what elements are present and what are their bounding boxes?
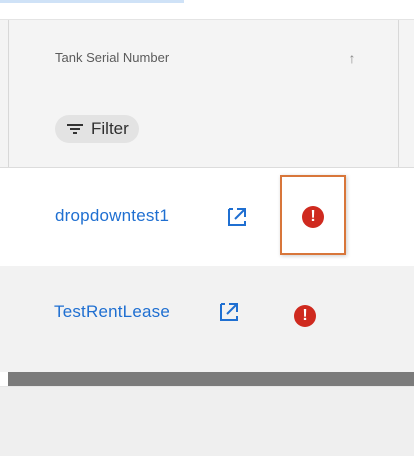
table-footer (0, 386, 414, 456)
column-divider (8, 95, 9, 167)
tank-serial-link[interactable]: TestRentLease (54, 302, 170, 322)
sort-ascending-icon[interactable]: ↑ (343, 47, 361, 69)
column-divider[interactable] (398, 20, 399, 95)
table-header-row: Tank Serial Number ↑ (0, 19, 414, 96)
column-header-tank-serial[interactable]: Tank Serial Number (55, 50, 169, 65)
filter-button[interactable]: Filter (55, 115, 139, 143)
alert-icon[interactable]: ! (294, 305, 316, 327)
external-link-icon[interactable] (226, 206, 248, 228)
top-strip (0, 3, 414, 19)
highlight-box (280, 175, 346, 255)
table-row[interactable]: TestRentLease ! (0, 266, 414, 372)
filter-label: Filter (91, 119, 129, 138)
filter-row: Filter (0, 95, 414, 168)
table-row[interactable]: dropdowntest1 ! (0, 168, 414, 268)
horizontal-scrollbar[interactable] (8, 372, 414, 386)
column-divider (398, 95, 399, 167)
external-link-icon[interactable] (218, 301, 240, 323)
tank-serial-link[interactable]: dropdowntest1 (55, 206, 169, 226)
column-divider (8, 20, 9, 95)
filter-icon (67, 124, 83, 134)
